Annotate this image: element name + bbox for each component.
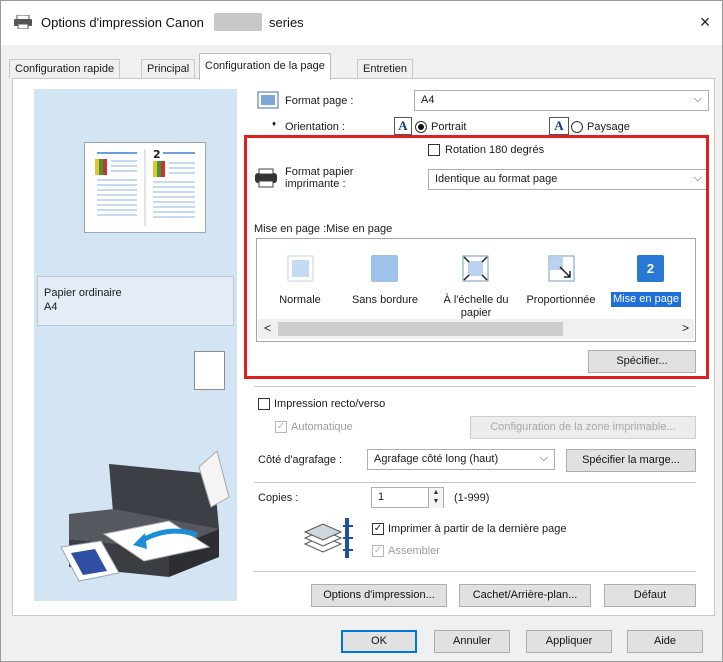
stapling-side-combo[interactable]: Agrafage côté long (haut) ⌵ (367, 449, 555, 470)
copies-stack-icon (303, 518, 353, 558)
layout-label-fit-line2: papier (460, 307, 492, 319)
copies-stepper[interactable]: ▲ ▼ (428, 488, 443, 508)
preview-page-number: 2 (153, 148, 161, 161)
normal-layout-icon (287, 255, 314, 282)
layout-label-normal: Normale (279, 294, 321, 306)
chevron-down-icon: ⌵ (539, 452, 548, 464)
page-size-value: A4 (421, 94, 435, 106)
stepper-up-icon[interactable]: ▲ (433, 489, 440, 496)
orientation-label: Orientation : (285, 121, 345, 133)
print-options-dialog: Options d'impression Canon series × Conf… (0, 0, 723, 662)
model-name-redaction (214, 13, 262, 31)
layout-list[interactable]: Normale Sans bordure À l'échelle du papi… (256, 238, 696, 342)
landscape-label[interactable]: Paysage (587, 121, 630, 133)
copies-label: Copies : (258, 492, 299, 504)
portrait-radio[interactable] (415, 121, 427, 133)
page-size-combo[interactable]: A4 ⌵ (414, 90, 709, 111)
scroll-right-icon[interactable]: > (682, 321, 689, 335)
fit-to-page-icon (462, 255, 489, 282)
ok-button[interactable]: OK (341, 630, 417, 653)
portrait-label[interactable]: Portrait (431, 121, 466, 133)
layout-item-borderless[interactable]: Sans bordure (350, 245, 420, 315)
layout-item-normal[interactable]: Normale (275, 245, 325, 315)
tab-quick-setup[interactable]: Configuration rapide (9, 59, 121, 79)
media-size-text: A4 (44, 301, 58, 313)
media-type-text: Papier ordinaire (44, 287, 122, 299)
duplex-checkbox[interactable] (258, 398, 270, 410)
apply-button[interactable]: Appliquer (526, 630, 612, 653)
stapling-side-value: Agrafage côté long (haut) (374, 453, 499, 465)
paper-orientation-icon (194, 351, 225, 390)
separator (254, 386, 696, 387)
layout-group-title: Mise en page :Mise en page (254, 223, 393, 235)
copies-input[interactable]: 1 ▲ ▼ (371, 487, 444, 508)
layout-item-page-layout[interactable]: 2 Mise en page (609, 245, 691, 315)
reverse-order-checkbox[interactable]: ✓ (372, 523, 384, 535)
layout-item-fit-to-page[interactable]: À l'échelle du papier (435, 245, 517, 319)
page-size-icon (257, 91, 279, 109)
portrait-icon: A (394, 117, 412, 135)
window-title: Options d'impression Canon (41, 15, 204, 30)
collate-label[interactable]: Assembler (388, 545, 440, 557)
specify-margin-button[interactable]: Spécifier la marge... (566, 449, 696, 472)
separator (254, 571, 696, 572)
print-area-button[interactable]: Configuration de la zone imprimable... (470, 416, 696, 439)
scaled-layout-icon (548, 255, 575, 282)
copies-value: 1 (378, 491, 385, 503)
layout-label-fit-to-page: À l'échelle du papier (435, 294, 517, 320)
layout-label-scaled: Proportionnée (526, 294, 596, 306)
printer-illustration-icon (60, 450, 230, 582)
layout-label-borderless: Sans bordure (351, 294, 419, 306)
scrollbar-thumb[interactable] (278, 322, 563, 336)
help-button[interactable]: Aide (627, 630, 703, 653)
tab-maintenance[interactable]: Entretien (357, 59, 414, 79)
layout-horizontal-scrollbar[interactable]: < > (258, 319, 694, 339)
layout-item-scaled[interactable]: Proportionnée (521, 245, 601, 315)
preview-pane: 2 Papier ordinaire A4 (34, 89, 237, 601)
layout-label-fit-line1: À l'échelle du (443, 294, 509, 306)
layout-preview-icon: 2 (95, 148, 195, 226)
separator (254, 482, 696, 483)
page-size-label: Format page : (285, 95, 354, 107)
copies-range: (1-999) (454, 492, 490, 504)
layout-preview-sheet: 2 (84, 142, 206, 233)
stamp-background-button[interactable]: Cachet/Arrière-plan... (459, 584, 591, 607)
stapling-side-label: Côté d'agrafage : (258, 454, 343, 466)
stepper-down-icon[interactable]: ▼ (433, 498, 440, 505)
window-title-suffix: series (269, 15, 304, 30)
close-icon[interactable]: × (693, 10, 717, 34)
chevron-down-icon: ⌵ (693, 93, 702, 105)
title-bar: Options d'impression Canon series × (1, 1, 722, 45)
collate-checkbox[interactable]: ✓ (372, 545, 384, 557)
automatic-label[interactable]: Automatique (291, 421, 353, 433)
automatic-checkbox[interactable]: ✓ (275, 421, 287, 433)
page-layout-icon: 2 (637, 255, 664, 282)
landscape-icon: A (549, 117, 569, 135)
printer-icon (14, 15, 32, 29)
tab-main[interactable]: Principal (141, 59, 196, 79)
cancel-button[interactable]: Annuler (434, 630, 510, 653)
landscape-radio[interactable] (571, 121, 583, 133)
duplex-label[interactable]: Impression recto/verso (274, 398, 385, 410)
media-info-box: Papier ordinaire A4 (37, 276, 234, 326)
specify-layout-button[interactable]: Spécifier... (588, 350, 696, 373)
bullet-icon: ♦ (272, 119, 277, 128)
tab-page-setup[interactable]: Configuration de la page (199, 53, 331, 80)
defaults-button[interactable]: Défaut (604, 584, 696, 607)
print-options-button[interactable]: Options d'impression... (311, 584, 447, 607)
reverse-order-label[interactable]: Imprimer à partir de la dernière page (388, 523, 567, 535)
layout-label-page-layout: Mise en page (611, 292, 682, 307)
scroll-left-icon[interactable]: < (264, 321, 271, 335)
borderless-layout-icon (371, 255, 398, 282)
